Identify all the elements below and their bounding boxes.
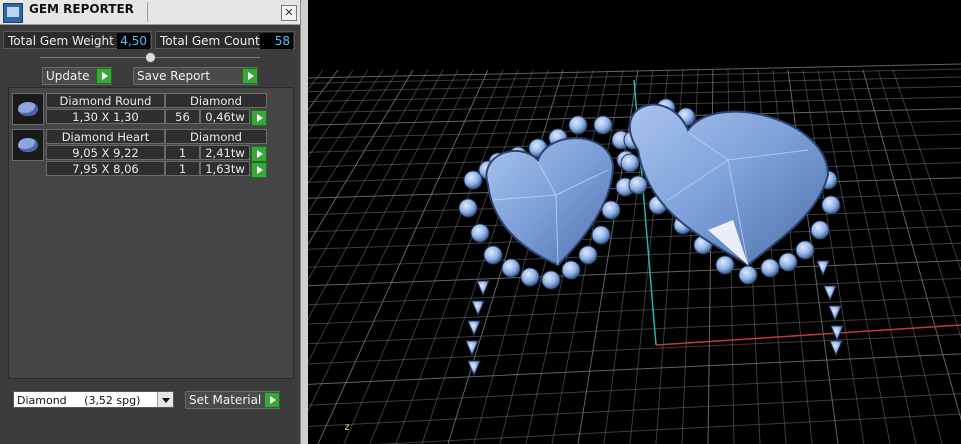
total-gem-count-value: 58 xyxy=(260,33,293,49)
round-stone xyxy=(470,223,490,243)
grid-line xyxy=(395,69,534,444)
round-stone xyxy=(778,252,798,272)
play-arrow-icon xyxy=(242,68,258,84)
prong-stone xyxy=(829,340,843,357)
round-gem-icon xyxy=(12,93,44,125)
round-stone xyxy=(760,258,780,278)
prong-stone xyxy=(467,320,481,337)
grid-line xyxy=(877,69,961,340)
gem-size: 9,05 X 9,22 xyxy=(46,145,165,160)
grid-line xyxy=(832,69,917,444)
gem-reporter-panel: GEM REPORTER ✕ Total Gem Weight 4,50 Tot… xyxy=(0,0,300,444)
total-gem-count-label: Total Gem Count xyxy=(160,34,260,48)
grid-line xyxy=(343,69,504,444)
select-gem-arrow-icon[interactable] xyxy=(251,146,267,162)
title-separator xyxy=(147,2,148,22)
material-select[interactable]: Diamond (3,52 spg) xyxy=(13,391,174,408)
gem-count: 1 xyxy=(165,145,200,160)
select-gem-arrow-icon[interactable] xyxy=(251,110,267,126)
gem-count: 56 xyxy=(165,109,200,124)
save-report-button[interactable]: Save Report xyxy=(133,67,258,85)
round-stone xyxy=(810,220,830,240)
total-gem-weight-stat: Total Gem Weight 4,50 xyxy=(3,31,152,49)
round-stone xyxy=(591,225,611,245)
axis-label: z xyxy=(344,422,350,433)
round-stone xyxy=(715,255,735,275)
round-stone xyxy=(541,270,561,290)
round-stone xyxy=(593,115,613,135)
round-stone xyxy=(561,260,581,280)
total-gem-count-stat: Total Gem Count 58 xyxy=(155,31,295,49)
round-stone xyxy=(620,153,640,173)
round-stone xyxy=(483,245,503,265)
round-stone xyxy=(568,115,588,135)
x-axis-line xyxy=(655,324,961,346)
close-icon[interactable]: ✕ xyxy=(281,5,297,21)
grid-line xyxy=(308,353,961,385)
gem-size: 1,30 X 1,30 xyxy=(46,109,165,124)
set-material-button-label: Set Material xyxy=(189,393,262,407)
gem-material: Diamond xyxy=(165,93,267,108)
update-button[interactable]: Update xyxy=(42,67,112,85)
title-bar: GEM REPORTER ✕ xyxy=(0,0,300,25)
round-stone xyxy=(578,245,598,265)
left-heart-gem[interactable] xyxy=(485,137,615,267)
prong-stone xyxy=(823,285,837,302)
3d-viewport[interactable]: z xyxy=(308,0,961,444)
material-select-value: Diamond (3,52 spg) xyxy=(17,394,141,407)
round-stone xyxy=(821,195,841,215)
round-stone xyxy=(520,267,540,287)
save-report-button-label: Save Report xyxy=(137,69,211,83)
prong-stone xyxy=(471,300,485,317)
prong-stone xyxy=(476,280,490,297)
gem-list: Diamond Round Diamond 1,30 X 1,30 56 0,4… xyxy=(8,87,294,379)
gem-weight: 1,63tw xyxy=(200,161,250,176)
grid-line xyxy=(308,69,474,413)
heart-gem-icon xyxy=(12,129,44,161)
grid-line xyxy=(308,225,961,250)
play-arrow-icon xyxy=(264,392,280,408)
grid-line xyxy=(308,69,414,246)
round-stone xyxy=(458,198,478,218)
gem-material: Diamond xyxy=(165,129,267,144)
app-icon xyxy=(3,3,23,23)
update-button-label: Update xyxy=(46,69,90,83)
gem-name: Diamond Heart xyxy=(46,129,165,144)
grid-line xyxy=(308,333,961,365)
set-material-button[interactable]: Set Material xyxy=(185,391,280,409)
round-stone xyxy=(738,265,758,285)
total-gem-weight-value: 4,50 xyxy=(117,33,150,49)
viewport-canvas[interactable]: z xyxy=(308,0,961,444)
prong-stone xyxy=(828,305,842,322)
collapse-toggle-icon[interactable] xyxy=(145,52,156,63)
grid-line xyxy=(317,69,489,444)
gem-weight: 2,41tw xyxy=(200,145,250,160)
play-arrow-icon xyxy=(96,68,112,84)
grid-line xyxy=(802,69,865,444)
gem-name: Diamond Round xyxy=(46,93,165,108)
round-stone xyxy=(795,240,815,260)
grid-line xyxy=(308,69,369,158)
grid-line xyxy=(308,242,961,268)
gem-size: 7,95 X 8,06 xyxy=(46,161,165,176)
select-gem-arrow-icon[interactable] xyxy=(251,162,267,178)
gem-weight: 0,46tw xyxy=(200,109,250,124)
round-stone xyxy=(501,258,521,278)
total-gem-weight-label: Total Gem Weight xyxy=(8,34,114,48)
grid-line xyxy=(308,69,444,320)
prong-stone xyxy=(816,260,830,277)
chevron-down-icon[interactable] xyxy=(157,392,173,407)
round-stone xyxy=(628,175,648,195)
gem-count: 1 xyxy=(165,161,200,176)
window-title: GEM REPORTER xyxy=(29,2,134,16)
